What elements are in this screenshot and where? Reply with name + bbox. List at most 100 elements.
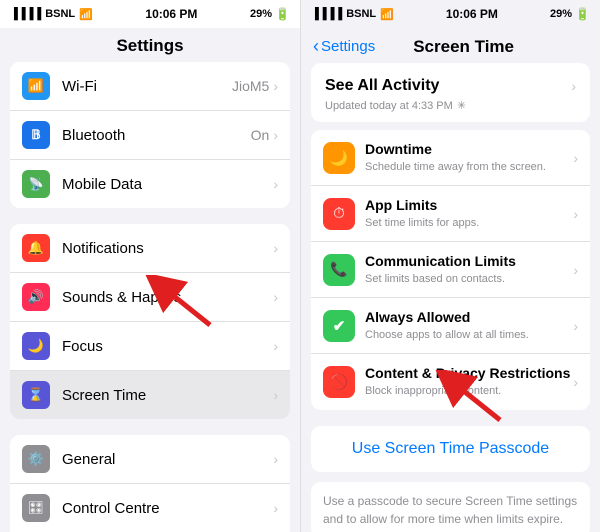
- screen-time-item[interactable]: ⌛ Screen Time ›: [10, 371, 290, 419]
- sounds-label: Sounds & Haptics: [62, 289, 273, 306]
- sounds-chevron: ›: [273, 289, 278, 305]
- content-privacy-title: Content & Privacy Restrictions: [365, 365, 573, 382]
- comm-limits-title: Communication Limits: [365, 253, 573, 270]
- always-allowed-item[interactable]: ✔ Always Allowed Choose apps to allow at…: [311, 298, 590, 354]
- passcode-button-label: Use Screen Time Passcode: [352, 440, 549, 457]
- left-carrier: ▐▐▐▐ BSNL 📶: [10, 8, 93, 21]
- passcode-desc-text: Use a passcode to secure Screen Time set…: [323, 494, 577, 526]
- focus-icon: 🌙: [28, 338, 44, 354]
- content-privacy-sub: Block inappropriate content.: [365, 384, 573, 398]
- app-limits-sub: Set time limits for apps.: [365, 216, 573, 230]
- sounds-icon-wrap: 🔊: [22, 283, 50, 311]
- always-allowed-sub: Choose apps to allow at all times.: [365, 328, 573, 342]
- right-carrier: ▐▐▐▐ BSNL 📶: [311, 8, 394, 21]
- sounds-item[interactable]: 🔊 Sounds & Haptics ›: [10, 273, 290, 322]
- wifi-label: Wi-Fi: [62, 78, 232, 95]
- right-content: See All Activity › Updated today at 4:33…: [301, 63, 600, 532]
- bluetooth-item[interactable]: 𝔹 Bluetooth On ›: [10, 111, 290, 160]
- bluetooth-chevron: ›: [273, 127, 278, 143]
- signal-icon: ▐▐▐▐: [10, 8, 41, 20]
- wifi-value: JioM5: [232, 78, 269, 94]
- back-button[interactable]: ‹ Settings: [313, 36, 375, 57]
- see-all-updated: Updated today at 4:33 PM ✳: [325, 99, 576, 112]
- content-privacy-chevron: ›: [573, 374, 578, 390]
- always-allowed-icon: ✔: [333, 317, 346, 335]
- downtime-title: Downtime: [365, 141, 573, 158]
- right-wifi-icon: 📶: [380, 8, 394, 21]
- comm-limits-sub: Set limits based on contacts.: [365, 272, 573, 286]
- connectivity-group: 📶 Wi-Fi JioM5 › 𝔹 Bluetooth On ›: [10, 62, 290, 208]
- control-centre-icon-wrap: 🎛: [22, 494, 50, 522]
- screen-time-chevron: ›: [273, 387, 278, 403]
- communication-limits-item[interactable]: 📞 Communication Limits Set limits based …: [311, 242, 590, 298]
- see-all-label: See All Activity: [325, 77, 439, 95]
- right-signal-icon: ▐▐▐▐: [311, 8, 342, 20]
- always-allowed-icon-wrap: ✔: [323, 310, 355, 342]
- bluetooth-icon: 𝔹: [31, 127, 41, 143]
- wifi-item[interactable]: 📶 Wi-Fi JioM5 ›: [10, 62, 290, 111]
- focus-icon-wrap: 🌙: [22, 332, 50, 360]
- general-item[interactable]: ⚙️ General ›: [10, 435, 290, 484]
- wifi-setting-icon: 📶: [28, 78, 44, 94]
- comm-limits-icon: 📞: [330, 261, 347, 278]
- focus-chevron: ›: [273, 338, 278, 354]
- right-battery: 29% 🔋: [550, 7, 590, 21]
- app-limits-item[interactable]: ⏱ App Limits Set time limits for apps. ›: [311, 186, 590, 242]
- comm-limits-text: Communication Limits Set limits based on…: [365, 253, 573, 286]
- bluetooth-label: Bluetooth: [62, 127, 251, 144]
- left-title: Settings: [0, 28, 300, 62]
- content-privacy-icon: 🚫: [330, 373, 349, 391]
- general-icon: ⚙️: [28, 451, 44, 467]
- back-chevron-icon: ‹: [313, 36, 319, 57]
- focus-item[interactable]: 🌙 Focus ›: [10, 322, 290, 371]
- downtime-icon: 🌙: [330, 149, 349, 167]
- passcode-description: Use a passcode to secure Screen Time set…: [311, 482, 590, 532]
- system-group: 🔔 Notifications › 🔊 Sounds & Haptics ›: [10, 224, 290, 419]
- right-status-bar: ▐▐▐▐ BSNL 📶 10:06 PM 29% 🔋: [301, 0, 600, 28]
- always-allowed-title: Always Allowed: [365, 309, 573, 326]
- notifications-chevron: ›: [273, 240, 278, 256]
- comm-limits-icon-wrap: 📞: [323, 254, 355, 286]
- passcode-button[interactable]: Use Screen Time Passcode: [311, 426, 590, 472]
- mobile-data-label: Mobile Data: [62, 176, 273, 193]
- wifi-chevron: ›: [273, 78, 278, 94]
- notifications-icon: 🔔: [28, 240, 44, 256]
- screen-time-title: Screen Time: [379, 37, 548, 57]
- settings-list: 📶 Wi-Fi JioM5 › 𝔹 Bluetooth On ›: [0, 62, 300, 532]
- general-icon-wrap: ⚙️: [22, 445, 50, 473]
- notifications-label: Notifications: [62, 240, 273, 257]
- right-battery-icon: 🔋: [575, 7, 590, 21]
- downtime-item[interactable]: 🌙 Downtime Schedule time away from the s…: [311, 130, 590, 186]
- notifications-item[interactable]: 🔔 Notifications ›: [10, 224, 290, 273]
- content-privacy-item[interactable]: 🚫 Content & Privacy Restrictions Block i…: [311, 354, 590, 410]
- screen-time-icon-wrap: ⌛: [22, 381, 50, 409]
- bluetooth-icon-wrap: 𝔹: [22, 121, 50, 149]
- control-centre-icon: 🎛: [28, 500, 45, 516]
- left-panel: ▐▐▐▐ BSNL 📶 10:06 PM 29% 🔋 Settings 📶: [0, 0, 300, 532]
- screen-time-icon: ⌛: [28, 387, 44, 403]
- downtime-sub: Schedule time away from the screen.: [365, 160, 573, 174]
- control-centre-label: Control Centre: [62, 500, 273, 517]
- downtime-text: Downtime Schedule time away from the scr…: [365, 141, 573, 174]
- content-privacy-text: Content & Privacy Restrictions Block ina…: [365, 365, 573, 398]
- battery-icon: 🔋: [275, 7, 290, 21]
- app-limits-icon-wrap: ⏱: [323, 198, 355, 230]
- wifi-icon: 📶: [79, 8, 93, 21]
- left-time: 10:06 PM: [145, 7, 197, 21]
- general-chevron: ›: [273, 451, 278, 467]
- back-label: Settings: [321, 38, 375, 55]
- mobile-data-icon: 📡: [29, 177, 44, 191]
- screen-time-options: 🌙 Downtime Schedule time away from the s…: [311, 130, 590, 410]
- downtime-icon-wrap: 🌙: [323, 142, 355, 174]
- sounds-icon: 🔊: [28, 289, 44, 305]
- always-allowed-text: Always Allowed Choose apps to allow at a…: [365, 309, 573, 342]
- app-limits-title: App Limits: [365, 197, 573, 214]
- see-all-card[interactable]: See All Activity › Updated today at 4:33…: [311, 63, 590, 122]
- content-privacy-icon-wrap: 🚫: [323, 366, 355, 398]
- mobile-data-icon-wrap: 📡: [22, 170, 50, 198]
- control-centre-item[interactable]: 🎛 Control Centre ›: [10, 484, 290, 532]
- bluetooth-value: On: [251, 127, 270, 143]
- mobile-data-item[interactable]: 📡 Mobile Data ›: [10, 160, 290, 208]
- left-battery: 29% 🔋: [250, 7, 290, 21]
- comm-limits-chevron: ›: [573, 262, 578, 278]
